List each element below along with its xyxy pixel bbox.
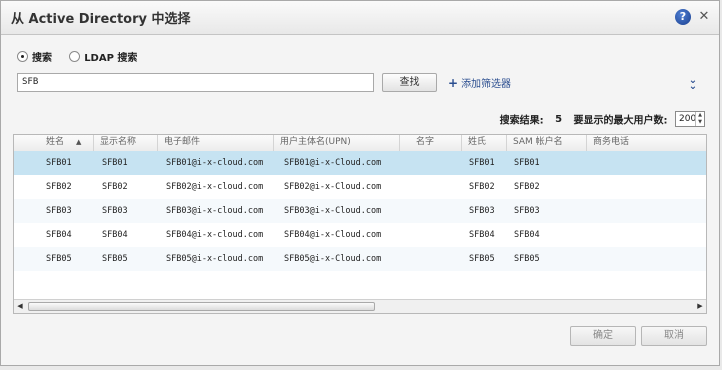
- cell-upn: SFB05@i-x-Cloud.com: [284, 254, 382, 264]
- cell-upn: SFB03@i-x-Cloud.com: [284, 206, 382, 216]
- cell-first-name: [404, 199, 410, 223]
- cell-display-name: SFB01: [102, 158, 128, 168]
- max-users-label: 要显示的最大用户数:: [573, 115, 668, 127]
- column-header-email[interactable]: 电子邮件: [158, 135, 274, 151]
- find-button[interactable]: 查找: [382, 73, 437, 92]
- cell-last-name: SFB03: [469, 206, 495, 216]
- cell-last-name: SFB01: [469, 158, 495, 168]
- search-mode-group: 搜索 LDAP 搜索: [17, 49, 151, 65]
- table-row[interactable]: SFB04 SFB04 SFB04@i-x-cloud.com SFB04@i-…: [14, 223, 706, 247]
- cell-upn: SFB02@i-x-Cloud.com: [284, 182, 382, 192]
- add-filter-label: 添加筛选器: [461, 79, 512, 90]
- cell-upn: SFB04@i-x-Cloud.com: [284, 230, 382, 240]
- ok-button[interactable]: 确定: [570, 326, 636, 346]
- cell-phone: [588, 199, 594, 223]
- cell-first-name: [404, 247, 410, 271]
- double-chevron-down-icon[interactable]: ⌄ ⌄: [687, 76, 699, 92]
- cell-name: SFB04: [46, 230, 72, 240]
- cell-name: SFB05: [46, 254, 72, 264]
- cell-phone: [588, 175, 594, 199]
- column-header-phone[interactable]: 商务电话: [587, 135, 706, 151]
- cell-phone: [588, 223, 594, 247]
- cell-sam: SFB03: [514, 206, 540, 216]
- radio-ldap-indicator[interactable]: [69, 51, 81, 62]
- column-header-last-name[interactable]: 姓氏: [462, 135, 507, 151]
- cell-phone: [588, 151, 594, 175]
- cell-last-name: SFB04: [469, 230, 495, 240]
- cell-last-name: SFB05: [469, 254, 495, 264]
- cell-name: SFB02: [46, 182, 72, 192]
- results-bar: 搜索结果: 5 要显示的最大用户数: 200 ▲ ▼: [500, 111, 705, 129]
- cell-email: SFB04@i-x-cloud.com: [166, 230, 264, 240]
- dialog-title: 从 Active Directory 中选择: [11, 12, 191, 27]
- scroll-right-icon[interactable]: ▶: [694, 300, 706, 313]
- table-row[interactable]: SFB05 SFB05 SFB05@i-x-cloud.com SFB05@i-…: [14, 247, 706, 271]
- cell-display-name: SFB04: [102, 230, 128, 240]
- radio-search-indicator[interactable]: [17, 51, 28, 62]
- cell-sam: SFB01: [514, 158, 540, 168]
- cell-first-name: [404, 223, 410, 247]
- scrollbar-thumb[interactable]: [28, 302, 375, 311]
- cell-first-name: [404, 151, 410, 175]
- radio-ldap-search[interactable]: LDAP 搜索: [69, 49, 137, 64]
- cell-email: SFB01@i-x-cloud.com: [166, 158, 264, 168]
- add-filter-link[interactable]: + 添加筛选器: [448, 75, 511, 90]
- title-bar: 从 Active Directory 中选择 ? ✕: [1, 1, 719, 35]
- cell-upn: SFB01@i-x-Cloud.com: [284, 158, 382, 168]
- cell-last-name: SFB02: [469, 182, 495, 192]
- cell-email: SFB02@i-x-cloud.com: [166, 182, 264, 192]
- radio-search-label: 搜索: [32, 53, 52, 64]
- cell-sam: SFB05: [514, 254, 540, 264]
- max-users-value: 200: [679, 114, 697, 124]
- results-label: 搜索结果:: [499, 115, 544, 127]
- help-icon[interactable]: ?: [675, 9, 691, 25]
- results-table: 姓名 ▲ 显示名称 电子邮件 用户主体名(UPN) 名字 姓氏 SAM 帐户名 商…: [13, 134, 707, 314]
- scroll-left-icon[interactable]: ◀: [14, 300, 26, 313]
- sort-ascending-icon: ▲: [76, 138, 82, 146]
- cell-sam: SFB02: [514, 182, 540, 192]
- cell-phone: [588, 247, 594, 271]
- close-icon[interactable]: ✕: [697, 10, 711, 24]
- cell-email: SFB03@i-x-cloud.com: [166, 206, 264, 216]
- search-input[interactable]: SFB: [17, 73, 374, 92]
- radio-ldap-label: LDAP 搜索: [84, 53, 138, 64]
- column-header-upn[interactable]: 用户主体名(UPN): [274, 135, 400, 151]
- column-header-first-name[interactable]: 名字: [400, 135, 462, 151]
- table-row[interactable]: SFB02 SFB02 SFB02@i-x-cloud.com SFB02@i-…: [14, 175, 706, 199]
- cell-display-name: SFB03: [102, 206, 128, 216]
- cell-display-name: SFB02: [102, 182, 128, 192]
- column-header-sam[interactable]: SAM 帐户名: [507, 135, 587, 151]
- cell-name: SFB01: [46, 158, 72, 168]
- cell-first-name: [404, 175, 410, 199]
- results-count: 5: [555, 113, 563, 125]
- cell-email: SFB05@i-x-cloud.com: [166, 254, 264, 264]
- table-row[interactable]: SFB03 SFB03 SFB03@i-x-cloud.com SFB03@i-…: [14, 199, 706, 223]
- table-header: 姓名 ▲ 显示名称 电子邮件 用户主体名(UPN) 名字 姓氏 SAM 帐户名 商…: [14, 135, 706, 152]
- radio-search[interactable]: 搜索: [17, 49, 52, 64]
- column-header-display-name[interactable]: 显示名称: [94, 135, 158, 151]
- stepper-arrows-icon[interactable]: ▲ ▼: [695, 112, 704, 126]
- plus-icon: +: [448, 76, 459, 90]
- horizontal-scrollbar[interactable]: ◀ ▶: [14, 299, 706, 313]
- select-from-ad-dialog: 从 Active Directory 中选择 ? ✕ 搜索 LDAP 搜索 SF…: [0, 0, 720, 366]
- column-header-name[interactable]: 姓名 ▲: [14, 135, 94, 151]
- cell-display-name: SFB05: [102, 254, 128, 264]
- cell-name: SFB03: [46, 206, 72, 216]
- cell-sam: SFB04: [514, 230, 540, 240]
- cancel-button[interactable]: 取消: [641, 326, 707, 346]
- max-users-stepper[interactable]: 200 ▲ ▼: [675, 111, 705, 127]
- table-row[interactable]: SFB01 SFB01 SFB01@i-x-cloud.com SFB01@i-…: [14, 151, 706, 175]
